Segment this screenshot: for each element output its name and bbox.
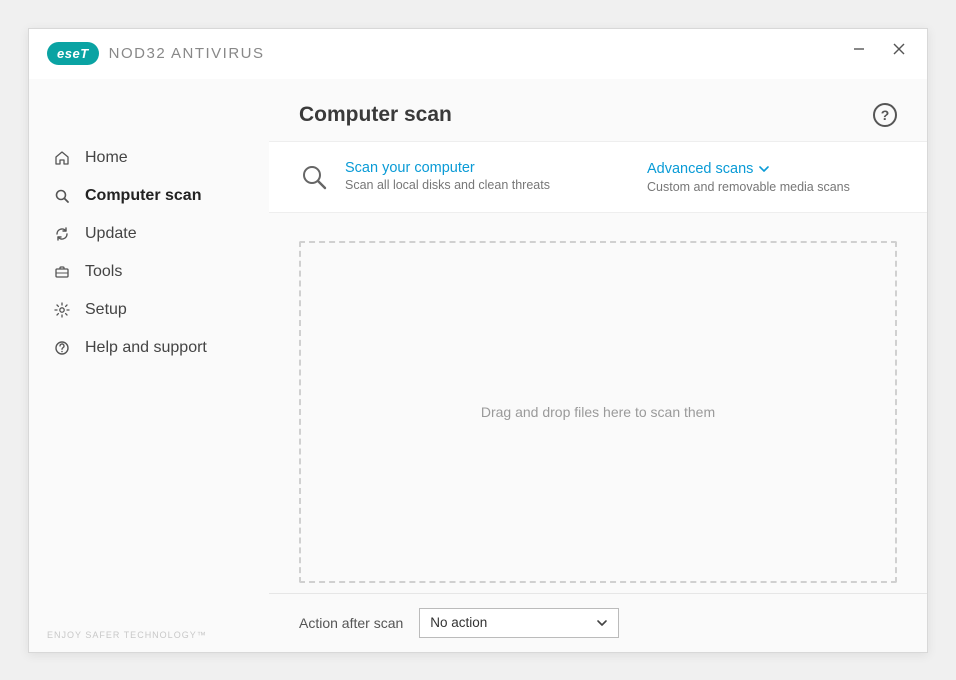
search-icon (53, 187, 71, 205)
sidebar-item-setup[interactable]: Setup (29, 291, 269, 329)
brand-badge: eseT (47, 42, 99, 65)
drop-area[interactable]: Drag and drop files here to scan them (299, 241, 897, 583)
help-button[interactable]: ? (873, 103, 897, 127)
drop-area-wrap: Drag and drop files here to scan them (269, 213, 927, 593)
close-button[interactable] (879, 34, 919, 64)
magnifier-icon (299, 162, 329, 194)
sidebar-item-help[interactable]: Help and support (29, 329, 269, 367)
sidebar: Home Computer scan Update Tools (29, 79, 269, 652)
home-icon (53, 149, 71, 167)
help-icon (53, 339, 71, 357)
sidebar-footer: ENJOY SAFER TECHNOLOGY™ (29, 622, 269, 652)
gear-icon (53, 301, 71, 319)
chevron-down-icon (596, 617, 608, 629)
scan-your-computer-link[interactable]: Scan your computer (345, 160, 550, 176)
window-controls (839, 29, 919, 69)
sidebar-item-label: Tools (85, 263, 122, 281)
scan-primary: Scan your computer Scan all local disks … (299, 160, 627, 194)
scan-advanced: Advanced scans Custom and removable medi… (647, 160, 897, 194)
sidebar-item-label: Home (85, 149, 128, 167)
sidebar-item-label: Computer scan (85, 187, 201, 205)
sidebar-item-label: Update (85, 225, 137, 243)
select-value: No action (430, 615, 487, 630)
body-row: Home Computer scan Update Tools (29, 79, 927, 652)
page-header: Computer scan ? (269, 79, 927, 141)
sidebar-item-tools[interactable]: Tools (29, 253, 269, 291)
drop-hint: Drag and drop files here to scan them (481, 404, 715, 420)
briefcase-icon (53, 263, 71, 281)
close-icon (893, 43, 905, 55)
main-content: Computer scan ? Scan your computer Scan … (269, 79, 927, 652)
action-after-scan-label: Action after scan (299, 615, 403, 631)
sidebar-item-computer-scan[interactable]: Computer scan (29, 177, 269, 215)
sidebar-item-home[interactable]: Home (29, 139, 269, 177)
minimize-icon (853, 43, 865, 55)
app-window: eseT NOD32 ANTIVIRUS Home Comp (28, 28, 928, 653)
refresh-icon (53, 225, 71, 243)
action-after-scan-select[interactable]: No action (419, 608, 619, 638)
scan-primary-sub: Scan all local disks and clean threats (345, 178, 550, 192)
sidebar-item-label: Setup (85, 301, 127, 319)
product-name: NOD32 ANTIVIRUS (109, 45, 265, 62)
scan-primary-text: Scan your computer Scan all local disks … (345, 160, 550, 194)
titlebar: eseT NOD32 ANTIVIRUS (29, 29, 927, 79)
advanced-scans-sub: Custom and removable media scans (647, 180, 897, 194)
advanced-scans-label: Advanced scans (647, 161, 753, 177)
scan-options-panel: Scan your computer Scan all local disks … (269, 141, 927, 213)
page-title: Computer scan (299, 103, 452, 127)
sidebar-item-update[interactable]: Update (29, 215, 269, 253)
advanced-scans-link[interactable]: Advanced scans (647, 161, 769, 177)
sidebar-item-label: Help and support (85, 339, 207, 357)
bottom-bar: Action after scan No action (269, 593, 927, 652)
chevron-down-icon (759, 164, 769, 174)
minimize-button[interactable] (839, 34, 879, 64)
